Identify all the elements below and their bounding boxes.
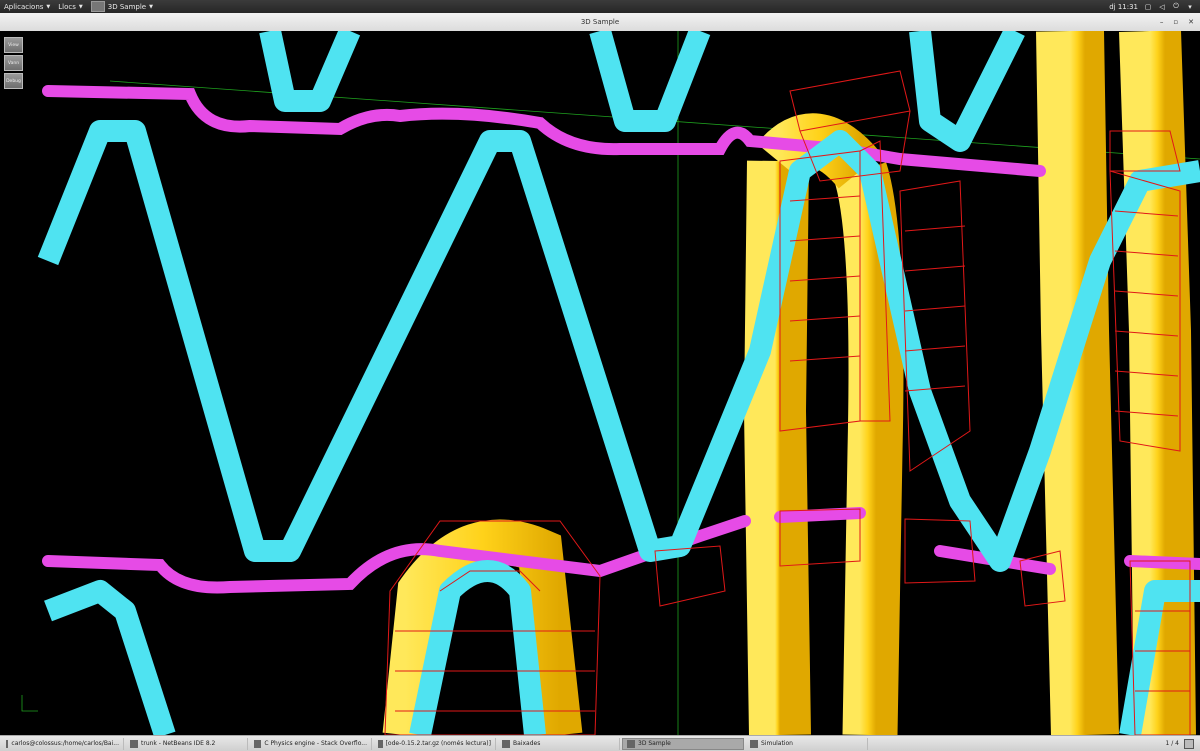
window-icon bbox=[627, 739, 635, 748]
magenta-tube bbox=[42, 85, 1046, 177]
chevron-down-icon: ▼ bbox=[149, 3, 153, 10]
window-title: 3D Sample bbox=[580, 18, 620, 26]
maximize-button[interactable]: ▫ bbox=[1173, 18, 1178, 26]
task-label: trunk - NetBeans IDE 8.2 bbox=[141, 740, 216, 747]
task-label: Simulation bbox=[761, 740, 793, 747]
chevron-down-icon: ▼ bbox=[78, 3, 83, 10]
chevron-down-icon: ▼ bbox=[46, 3, 51, 10]
task-browser[interactable]: C Physics engine - Stack Overflo... bbox=[250, 737, 372, 750]
origin-marker bbox=[21, 695, 38, 712]
applications-menu-label: Aplicacions bbox=[4, 2, 44, 11]
view-button[interactable]: View bbox=[4, 37, 23, 53]
netbeans-icon bbox=[130, 739, 138, 748]
debug-panel: View Vann Debug bbox=[4, 37, 23, 89]
cyan-tube bbox=[37, 120, 1200, 572]
display-icon[interactable]: ▢ bbox=[1144, 3, 1152, 11]
archive-icon bbox=[378, 739, 383, 748]
vann-button[interactable]: Vann bbox=[4, 55, 23, 71]
task-3d-sample[interactable]: 3D Sample bbox=[622, 737, 744, 750]
firefox-icon bbox=[254, 739, 262, 748]
close-button[interactable]: ✕ bbox=[1188, 18, 1194, 26]
cyan-tube bbox=[259, 31, 361, 112]
task-label: carlos@colossus:/home/carlos/Bai... bbox=[11, 740, 119, 747]
clock[interactable]: dj 11:31 bbox=[1109, 3, 1138, 11]
workspace-pager[interactable]: 1 / 4 bbox=[1165, 738, 1200, 749]
task-simulation[interactable]: Simulation bbox=[746, 737, 868, 750]
task-label: [ode-0.15.2.tar.gz (només lectura)] bbox=[385, 740, 491, 747]
task-terminal[interactable]: carlos@colossus:/home/carlos/Bai... bbox=[2, 737, 124, 750]
applications-menu[interactable]: Aplicacions ▼ bbox=[0, 0, 54, 13]
yellow-tube bbox=[833, 162, 904, 735]
volume-icon[interactable]: ◁ bbox=[1158, 3, 1166, 11]
minimize-button[interactable]: – bbox=[1160, 18, 1164, 26]
task-archive[interactable]: [ode-0.15.2.tar.gz (només lectura)] bbox=[374, 737, 496, 750]
workspace-icon[interactable] bbox=[1184, 738, 1194, 749]
terminal-icon bbox=[6, 739, 9, 748]
task-netbeans[interactable]: trunk - NetBeans IDE 8.2 bbox=[126, 737, 248, 750]
cyan-tube bbox=[909, 31, 1025, 152]
task-label: 3D Sample bbox=[638, 740, 671, 747]
app-icon bbox=[90, 1, 105, 12]
3d-scene bbox=[21, 31, 1200, 735]
folder-icon bbox=[502, 739, 510, 748]
power-icon[interactable]: ⏻ bbox=[1172, 2, 1180, 11]
chevron-down-icon[interactable]: ▾ bbox=[1186, 3, 1194, 11]
pager-label: 1 / 4 bbox=[1165, 740, 1179, 747]
taskbar: carlos@colossus:/home/carlos/Bai... trun… bbox=[0, 735, 1200, 751]
3d-viewport[interactable]: View Vann Debug bbox=[0, 31, 1200, 735]
top-panel: Aplicacions ▼ Llocs ▼ 3D Sample ▼ dj 11:31 … bbox=[0, 0, 1200, 13]
task-label: Baixades bbox=[513, 740, 541, 747]
magenta-tube bbox=[774, 507, 866, 523]
cyan-tubes bbox=[37, 31, 1200, 735]
window-icon bbox=[750, 739, 758, 748]
active-app-label: 3D Sample bbox=[107, 2, 147, 11]
places-menu-label: Llocs bbox=[58, 2, 76, 11]
active-app-menu[interactable]: 3D Sample ▼ bbox=[87, 0, 157, 13]
window-titlebar[interactable]: 3D Sample – ▫ ✕ bbox=[0, 13, 1200, 32]
task-files[interactable]: Baixades bbox=[498, 737, 620, 750]
places-menu[interactable]: Llocs ▼ bbox=[54, 0, 86, 13]
cyan-tube bbox=[589, 31, 711, 132]
task-label: C Physics engine - Stack Overflo... bbox=[264, 740, 367, 747]
cyan-tube bbox=[44, 580, 176, 735]
debug-button[interactable]: Debug bbox=[4, 73, 23, 89]
